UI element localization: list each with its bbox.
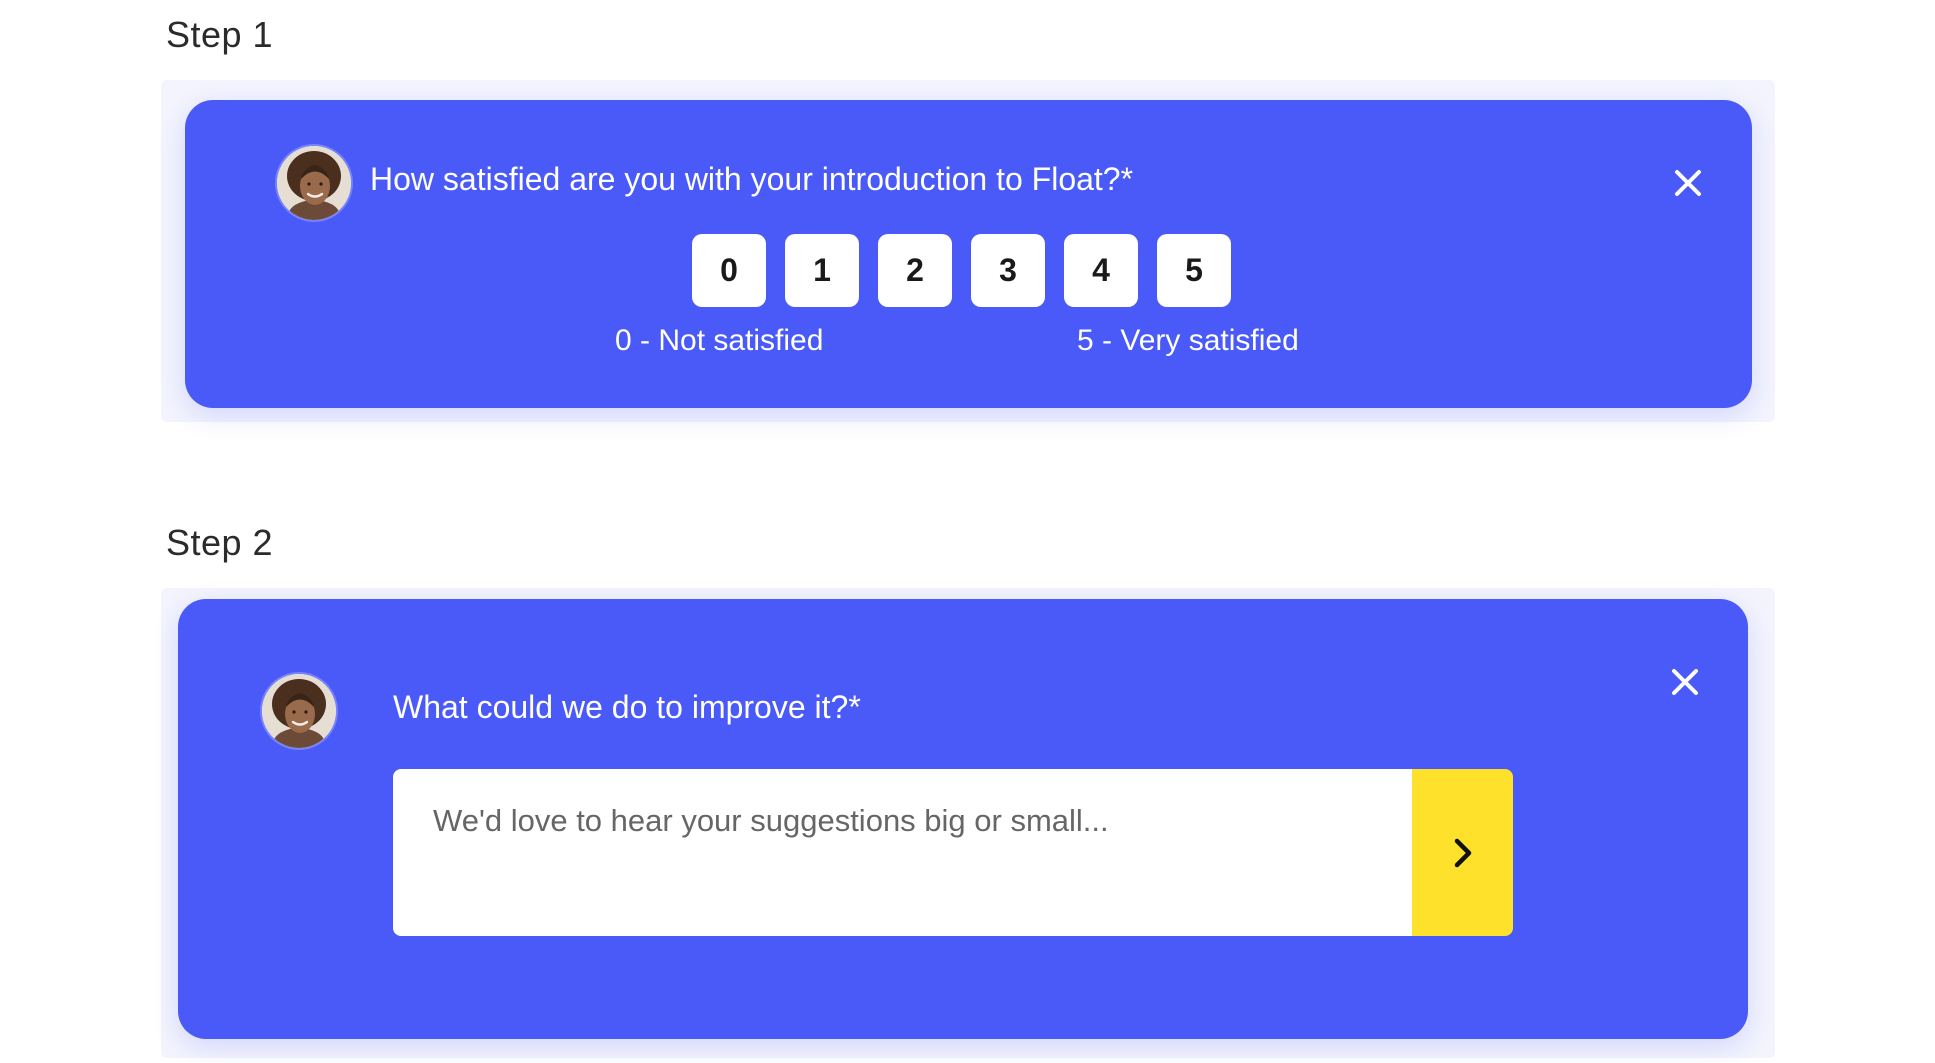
avatar (262, 674, 336, 748)
close-icon (1675, 170, 1701, 196)
question-title: What could we do to improve it?* (393, 689, 861, 725)
rating-option-2[interactable]: 2 (878, 234, 952, 307)
rating-option-5[interactable]: 5 (1157, 234, 1231, 307)
close-icon (1672, 669, 1698, 695)
rating-scale: 0 1 2 3 4 5 (692, 234, 1231, 307)
satisfaction-survey-card: How satisfied are you with your introduc… (185, 100, 1752, 408)
question-title: How satisfied are you with your introduc… (370, 161, 1134, 197)
rating-option-4[interactable]: 4 (1064, 234, 1138, 307)
chevron-right-icon (1454, 838, 1471, 867)
scale-low-caption: 0 - Not satisfied (615, 324, 824, 357)
close-button[interactable] (1668, 163, 1708, 203)
rating-option-0[interactable]: 0 (692, 234, 766, 307)
rating-option-3[interactable]: 3 (971, 234, 1045, 307)
improvement-survey-card: What could we do to improve it?* (178, 599, 1748, 1039)
avatar-photo (277, 146, 351, 220)
avatar-photo (262, 674, 336, 748)
step-1-label: Step 1 (166, 14, 274, 55)
feedback-textarea[interactable] (393, 769, 1412, 936)
close-button[interactable] (1665, 662, 1705, 702)
step-2-label: Step 2 (166, 522, 274, 563)
feedback-input-row (393, 769, 1513, 936)
rating-option-1[interactable]: 1 (785, 234, 859, 307)
submit-button[interactable] (1412, 769, 1513, 936)
avatar (277, 146, 351, 220)
scale-high-caption: 5 - Very satisfied (1077, 324, 1299, 357)
